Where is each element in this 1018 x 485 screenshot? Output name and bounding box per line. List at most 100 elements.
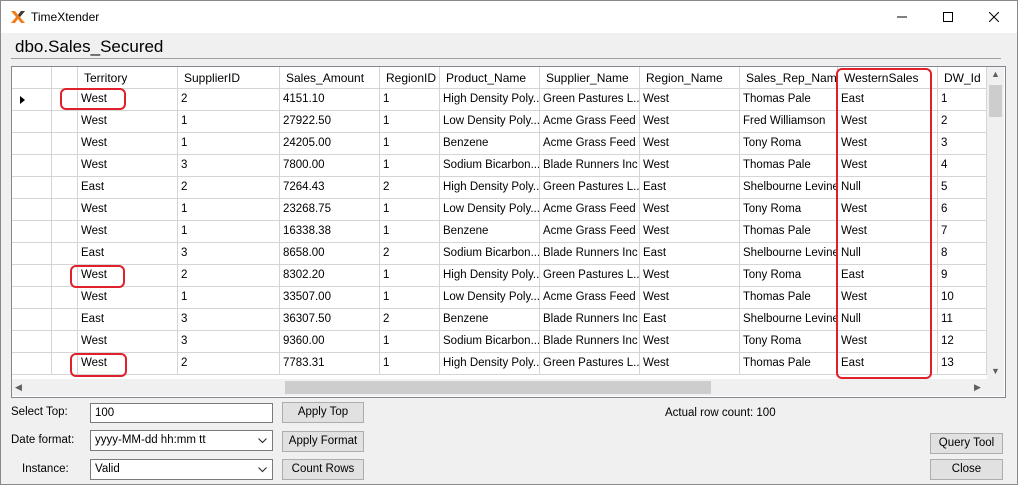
apply-top-button[interactable]: Apply Top	[282, 402, 364, 423]
cell-westernsales[interactable]: West	[838, 221, 938, 243]
cell-supplier-name[interactable]: Green Pastures L...	[540, 265, 640, 287]
cell-sales-amount[interactable]: 4151.10	[280, 89, 380, 111]
row-blank-cell[interactable]	[52, 199, 78, 221]
cell-supplier-name[interactable]: Acme Grass Feed	[540, 287, 640, 309]
cell-westernsales[interactable]: Null	[838, 177, 938, 199]
row-blank-cell[interactable]	[52, 287, 78, 309]
cell-product-name[interactable]: Low Density Poly...	[440, 287, 540, 309]
cell-sales-amount[interactable]: 7264.43	[280, 177, 380, 199]
cell-westernsales[interactable]: East	[838, 89, 938, 111]
cell-dw-id[interactable]: 13	[938, 353, 987, 375]
cell-supplier-name[interactable]: Acme Grass Feed	[540, 133, 640, 155]
vertical-scrollbar[interactable]: ▲ ▼	[987, 67, 1004, 379]
cell-sales-rep-name[interactable]: Shelbourne Levine	[740, 243, 838, 265]
column-header-sales-amount[interactable]: Sales_Amount	[280, 67, 380, 89]
cell-westernsales[interactable]: West	[838, 133, 938, 155]
cell-regionid[interactable]: 1	[380, 353, 440, 375]
cell-regionid[interactable]: 2	[380, 177, 440, 199]
cell-product-name[interactable]: Low Density Poly...	[440, 199, 540, 221]
cell-regionid[interactable]: 1	[380, 155, 440, 177]
cell-region-name[interactable]: East	[640, 243, 740, 265]
cell-sales-rep-name[interactable]: Fred Williamson	[740, 111, 838, 133]
cell-supplierid[interactable]: 1	[178, 133, 280, 155]
cell-sales-amount[interactable]: 33507.00	[280, 287, 380, 309]
scroll-down-icon[interactable]: ▼	[991, 366, 1000, 376]
cell-region-name[interactable]: West	[640, 287, 740, 309]
cell-region-name[interactable]: West	[640, 331, 740, 353]
row-blank-cell[interactable]	[52, 89, 78, 111]
cell-regionid[interactable]: 1	[380, 287, 440, 309]
row-header[interactable]	[12, 133, 52, 155]
cell-sales-rep-name[interactable]: Thomas Pale	[740, 287, 838, 309]
cell-supplier-name[interactable]: Acme Grass Feed	[540, 199, 640, 221]
select-top-input[interactable]: 100	[90, 403, 273, 423]
cell-sales-amount[interactable]: 24205.00	[280, 133, 380, 155]
row-blank-cell[interactable]	[52, 309, 78, 331]
cell-territory[interactable]: West	[78, 155, 178, 177]
cell-territory[interactable]: West	[78, 111, 178, 133]
column-header-regionid[interactable]: RegionID	[380, 67, 440, 89]
cell-supplier-name[interactable]: Green Pastures L...	[540, 353, 640, 375]
row-header[interactable]	[12, 265, 52, 287]
cell-westernsales[interactable]: East	[838, 265, 938, 287]
row-header[interactable]	[12, 111, 52, 133]
instance-select[interactable]: Valid	[90, 459, 273, 480]
row-blank-cell[interactable]	[52, 265, 78, 287]
cell-sales-amount[interactable]: 8658.00	[280, 243, 380, 265]
cell-region-name[interactable]: East	[640, 309, 740, 331]
cell-territory[interactable]: West	[78, 133, 178, 155]
cell-regionid[interactable]: 1	[380, 265, 440, 287]
cell-region-name[interactable]: East	[640, 177, 740, 199]
row-blank-cell[interactable]	[52, 243, 78, 265]
cell-regionid[interactable]: 1	[380, 111, 440, 133]
cell-sales-rep-name[interactable]: Shelbourne Levine	[740, 309, 838, 331]
cell-territory[interactable]: East	[78, 309, 178, 331]
cell-supplier-name[interactable]: Blade Runners Inc	[540, 309, 640, 331]
apply-format-button[interactable]: Apply Format	[282, 431, 364, 452]
cell-regionid[interactable]: 1	[380, 331, 440, 353]
cell-region-name[interactable]: West	[640, 221, 740, 243]
cell-supplierid[interactable]: 1	[178, 111, 280, 133]
column-header-region-name[interactable]: Region_Name	[640, 67, 740, 89]
cell-supplier-name[interactable]: Green Pastures L...	[540, 89, 640, 111]
cell-sales-amount[interactable]: 7783.31	[280, 353, 380, 375]
cell-sales-rep-name[interactable]: Thomas Pale	[740, 155, 838, 177]
column-header-supplierid[interactable]: SupplierID	[178, 67, 280, 89]
cell-product-name[interactable]: Benzene	[440, 133, 540, 155]
data-grid[interactable]: Territory SupplierID Sales_Amount RegionID P…	[11, 66, 1006, 398]
cell-westernsales[interactable]: West	[838, 287, 938, 309]
column-header-dw-id[interactable]: DW_Id	[938, 67, 987, 89]
cell-supplierid[interactable]: 3	[178, 331, 280, 353]
cell-territory[interactable]: West	[78, 199, 178, 221]
cell-territory[interactable]: East	[78, 177, 178, 199]
cell-westernsales[interactable]: West	[838, 111, 938, 133]
cell-dw-id[interactable]: 2	[938, 111, 987, 133]
title-bar[interactable]: TimeXtender	[1, 1, 1017, 33]
cell-sales-rep-name[interactable]: Thomas Pale	[740, 89, 838, 111]
cell-dw-id[interactable]: 9	[938, 265, 987, 287]
row-blank-cell[interactable]	[52, 133, 78, 155]
cell-supplier-name[interactable]: Blade Runners Inc	[540, 331, 640, 353]
cell-region-name[interactable]: West	[640, 111, 740, 133]
cell-supplierid[interactable]: 2	[178, 177, 280, 199]
row-header[interactable]	[12, 287, 52, 309]
cell-regionid[interactable]: 2	[380, 243, 440, 265]
cell-sales-rep-name[interactable]: Thomas Pale	[740, 353, 838, 375]
cell-sales-amount[interactable]: 23268.75	[280, 199, 380, 221]
cell-dw-id[interactable]: 7	[938, 221, 987, 243]
row-blank-cell[interactable]	[52, 331, 78, 353]
cell-sales-amount[interactable]: 36307.50	[280, 309, 380, 331]
cell-westernsales[interactable]: West	[838, 331, 938, 353]
cell-product-name[interactable]: Sodium Bicarbon...	[440, 331, 540, 353]
column-header-westernsales[interactable]: WesternSales	[838, 67, 938, 89]
row-blank-cell[interactable]	[52, 155, 78, 177]
row-header[interactable]	[12, 155, 52, 177]
cell-westernsales[interactable]: Null	[838, 243, 938, 265]
cell-supplier-name[interactable]: Acme Grass Feed	[540, 111, 640, 133]
cell-territory[interactable]: West	[78, 89, 178, 111]
cell-region-name[interactable]: West	[640, 89, 740, 111]
row-header[interactable]	[12, 89, 52, 111]
column-header-product-name[interactable]: Product_Name	[440, 67, 540, 89]
cell-westernsales[interactable]: East	[838, 353, 938, 375]
cell-dw-id[interactable]: 11	[938, 309, 987, 331]
